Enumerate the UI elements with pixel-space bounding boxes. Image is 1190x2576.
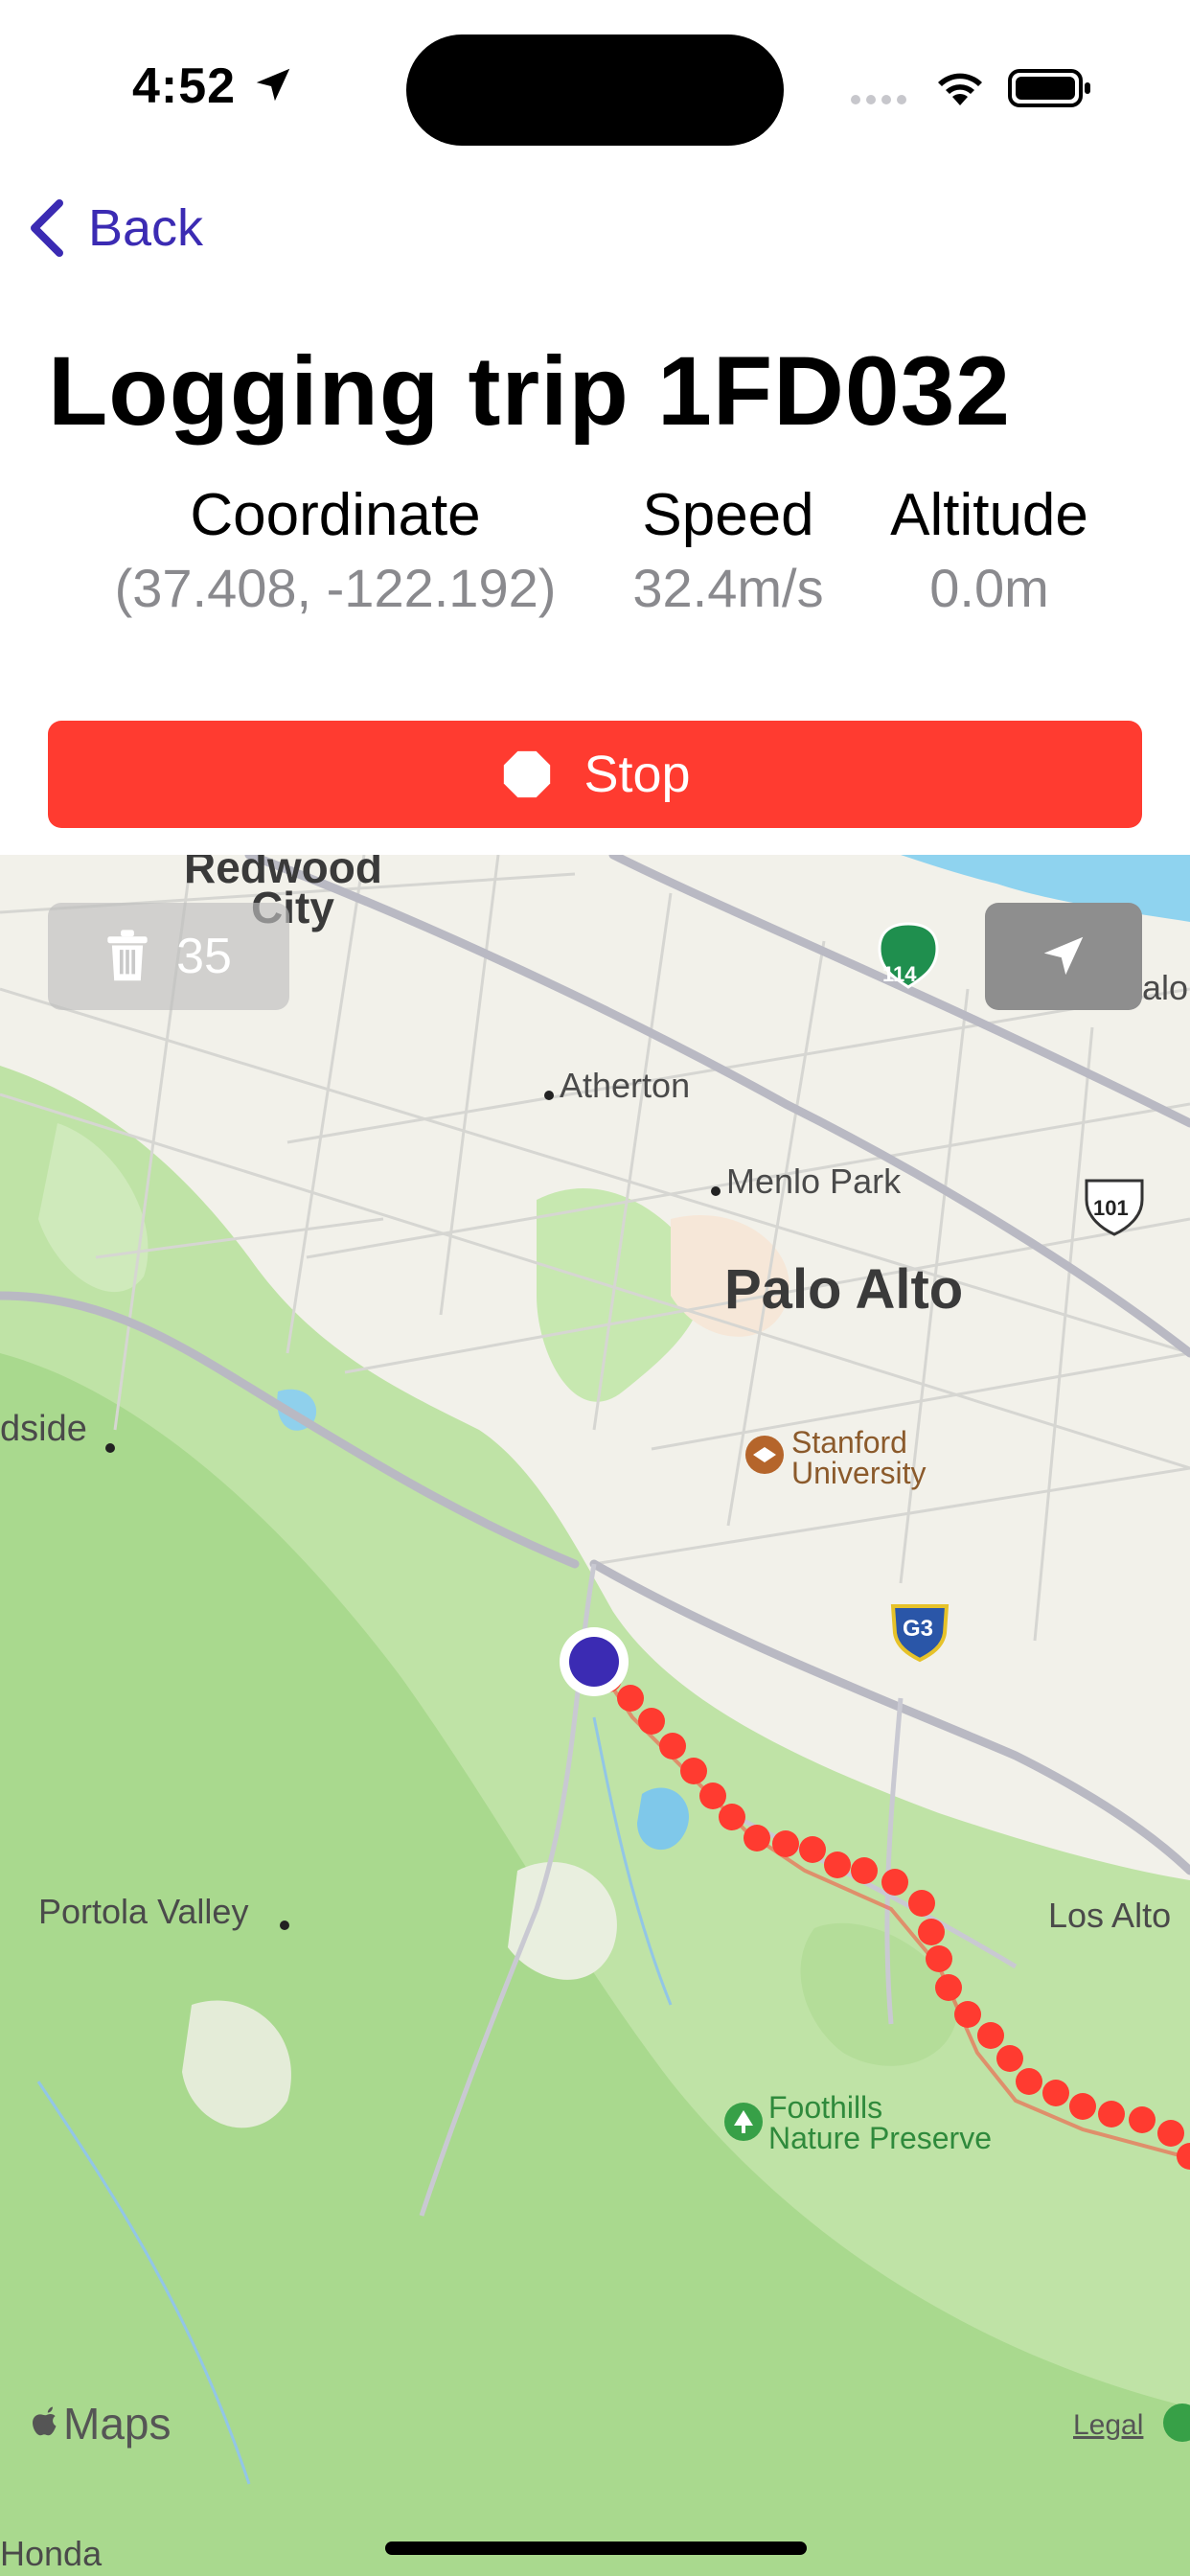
- map-label-menlo-park: Menlo Park: [726, 1162, 902, 1201]
- coordinate-value: (37.408, -122.192): [114, 558, 557, 618]
- cellular-signal-icon: [851, 92, 912, 109]
- back-button[interactable]: Back: [25, 197, 203, 259]
- trash-icon: [107, 930, 148, 981]
- speed-metric: Speed 32.4m/s: [613, 481, 843, 619]
- route-g3-label: G3: [903, 1616, 934, 1642]
- apple-logo-icon: [33, 2406, 57, 2436]
- maps-label: Maps: [63, 2399, 172, 2449]
- status-time: 4:52: [132, 58, 237, 114]
- location-arrow-icon: [256, 68, 290, 102]
- map-label-portola-valley: Portola Valley: [38, 1892, 249, 1931]
- location-arrow-icon: [1043, 936, 1084, 976]
- map-label-palo-alto: Palo Alto: [724, 1258, 964, 1321]
- apple-maps-attribution: Maps: [29, 2398, 171, 2450]
- map-label-nature-preserve: Nature Preserve: [768, 2121, 992, 2155]
- status-bar: 4:52: [0, 0, 1190, 172]
- map-label-honda: Honda: [0, 2534, 103, 2573]
- stop-button[interactable]: Stop: [48, 721, 1142, 828]
- coordinate-label: Coordinate: [190, 482, 481, 548]
- altitude-label: Altitude: [890, 482, 1088, 548]
- coordinate-metric: Coordinate (37.408, -122.192): [86, 481, 584, 619]
- dynamic-island: [406, 34, 784, 146]
- altitude-metric: Altitude 0.0m: [872, 481, 1107, 619]
- current-location-marker: [560, 1627, 629, 1696]
- route-101-label: 101: [1093, 1196, 1129, 1220]
- back-label: Back: [88, 199, 204, 257]
- route-114-label: 114: [882, 962, 917, 986]
- map-label-university: University: [791, 1456, 927, 1490]
- wifi-icon: [938, 73, 982, 105]
- point-count: 35: [176, 929, 232, 984]
- stop-label: Stop: [584, 746, 691, 803]
- map-base: [0, 855, 1190, 2576]
- battery-icon: [1008, 69, 1090, 107]
- map-label-atherton: Atherton: [560, 1066, 691, 1105]
- chevron-left-icon: [31, 199, 63, 257]
- legal-link[interactable]: Legal: [1073, 2409, 1143, 2442]
- home-indicator[interactable]: [385, 2542, 807, 2555]
- trip-metrics: Coordinate (37.408, -122.192) Speed 32.4…: [0, 481, 1190, 634]
- map-label-woodside: dside: [0, 1409, 87, 1449]
- altitude-value: 0.0m: [929, 558, 1049, 618]
- map-label-stanford: Stanford: [791, 1425, 907, 1460]
- recenter-location-button[interactable]: [985, 903, 1142, 1010]
- speed-label: Speed: [642, 482, 814, 548]
- map-view[interactable]: Redwood City Atherton Menlo Park Palo Al…: [0, 855, 1190, 2576]
- clear-points-button[interactable]: 35: [48, 903, 289, 1010]
- stop-octagon-icon: [504, 750, 551, 798]
- speed-value: 32.4m/s: [632, 558, 824, 618]
- map-label-los-altos: Los Alto: [1048, 1896, 1172, 1935]
- page-title: Logging trip 1FD032: [48, 336, 1012, 446]
- map-label-foothills: Foothills: [768, 2090, 883, 2125]
- map-label-alo: alo: [1142, 968, 1189, 1007]
